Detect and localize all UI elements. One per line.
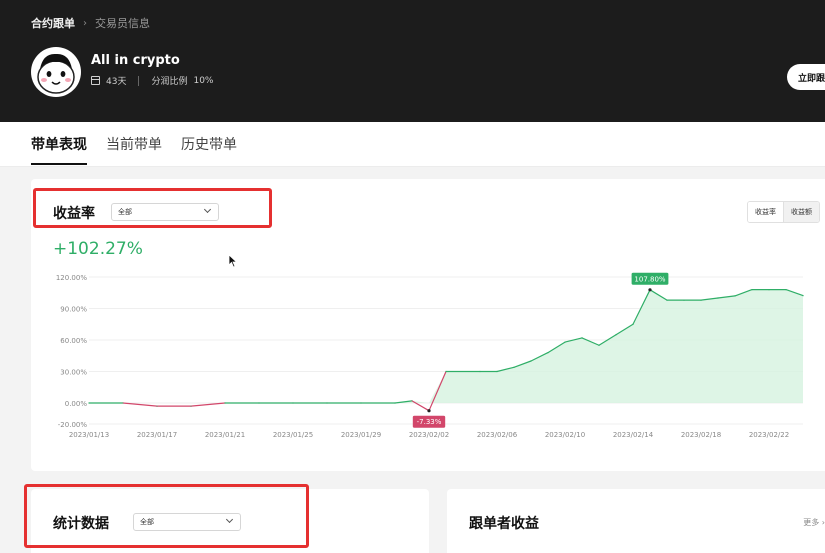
breadcrumb-root[interactable]: 合约跟单	[31, 15, 75, 31]
x-tick-label: 2023/01/25	[273, 431, 313, 439]
x-tick-label: 2023/01/17	[137, 431, 177, 439]
x-tick-label: 2023/02/22	[749, 431, 789, 439]
roi-data-point	[190, 405, 192, 407]
roi-data-point	[156, 405, 158, 407]
y-tick-label: 0.00%	[65, 400, 88, 408]
mouse-cursor-icon	[228, 254, 238, 268]
annotation-point	[648, 288, 652, 292]
trading-days: 43天	[106, 77, 127, 87]
stats-period-dropdown[interactable]: 全部	[133, 513, 241, 531]
trader-meta: 43天 分润比例 10%	[91, 74, 213, 87]
x-tick-label: 2023/01/29	[341, 431, 381, 439]
stats-panel: 统计数据 全部	[31, 489, 429, 553]
breadcrumb-current: 交易员信息	[95, 17, 150, 30]
roi-data-point	[224, 402, 226, 404]
trader-name: All in crypto	[91, 53, 180, 68]
x-tick-label: 2023/02/02	[409, 431, 449, 439]
share-ratio-label: 分润比例	[151, 77, 188, 87]
y-tick-label: 90.00%	[60, 306, 87, 314]
breadcrumb: 合约跟单 › 交易员信息	[31, 15, 150, 31]
follow-now-button[interactable]: 立即跟	[787, 64, 825, 90]
stats-period-value: 全部	[140, 518, 154, 526]
roi-data-point	[717, 297, 719, 299]
follower-earnings-title: 跟单者收益	[469, 516, 539, 532]
roi-data-point	[122, 402, 124, 404]
x-tick-label: 2023/01/13	[69, 431, 109, 439]
y-tick-label: -20.00%	[58, 421, 88, 429]
roi-data-point	[292, 402, 294, 404]
roi-data-point	[734, 295, 736, 297]
x-tick-label: 2023/01/21	[205, 431, 245, 439]
follower-earnings-panel: 跟单者收益 更多 ›	[447, 489, 825, 553]
roi-data-point	[326, 402, 328, 404]
y-tick-label: 60.00%	[60, 337, 87, 345]
avatar	[31, 47, 81, 97]
roi-panel: 收益率 全部 收益率 收益额 +102.27% 120.00% 90.00% 60.…	[31, 179, 825, 471]
roi-data-point	[258, 402, 260, 404]
roi-data-point	[88, 402, 90, 404]
roi-area-fill	[89, 289, 803, 403]
x-tick-label: 2023/02/06	[477, 431, 518, 439]
annotation-label: -7.33%	[417, 418, 442, 426]
x-tick-label: 2023/02/14	[613, 431, 654, 439]
annotation-label: 107.80%	[634, 275, 665, 283]
roi-data-point	[394, 402, 396, 404]
roi-data-point	[530, 360, 532, 362]
x-tick-label: 2023/02/18	[681, 431, 721, 439]
roi-data-point	[564, 341, 566, 343]
roi-data-point	[751, 289, 753, 291]
roi-data-point	[802, 295, 804, 297]
roi-data-point	[632, 323, 634, 325]
roi-data-point	[666, 299, 668, 301]
roi-data-point	[479, 370, 481, 373]
roi-data-point	[768, 289, 770, 291]
tab-history-orders[interactable]: 历史带单	[181, 134, 237, 163]
stats-title: 统计数据	[53, 516, 109, 532]
chevron-down-icon	[225, 515, 234, 524]
roi-data-point	[700, 299, 702, 301]
y-tick-label: 30.00%	[60, 369, 87, 377]
trader-header: 合约跟单 › 交易员信息 All in crypto 43天 分润比例 10% …	[0, 0, 825, 122]
breadcrumb-separator-icon: ›	[83, 17, 87, 29]
roi-data-point	[411, 400, 413, 402]
tabs-bar: 带单表现 当前带单 历史带单	[0, 122, 825, 167]
meta-divider	[138, 75, 140, 86]
roi-data-point	[547, 352, 549, 354]
more-link[interactable]: 更多 ›	[803, 517, 825, 528]
share-ratio-value: 10%	[193, 75, 214, 86]
roi-data-point	[615, 334, 617, 336]
roi-data-point	[513, 366, 515, 368]
roi-data-point	[683, 299, 685, 301]
tab-performance[interactable]: 带单表现	[31, 134, 87, 165]
roi-data-point	[496, 370, 498, 373]
roi-chart: 120.00% 90.00% 60.00% 30.00% 0.00% -20.00% 202…	[56, 272, 804, 439]
calendar-icon	[91, 76, 100, 85]
roi-data-point	[581, 337, 583, 339]
annotation-point	[427, 409, 431, 413]
x-tick-label: 2023/02/10	[545, 431, 585, 439]
roi-data-point	[360, 402, 362, 404]
tab-current-orders[interactable]: 当前带单	[106, 134, 162, 163]
roi-data-point	[598, 344, 600, 346]
roi-data-point	[445, 370, 447, 373]
y-tick-label: 120.00%	[56, 274, 87, 282]
roi-data-point	[785, 289, 787, 291]
